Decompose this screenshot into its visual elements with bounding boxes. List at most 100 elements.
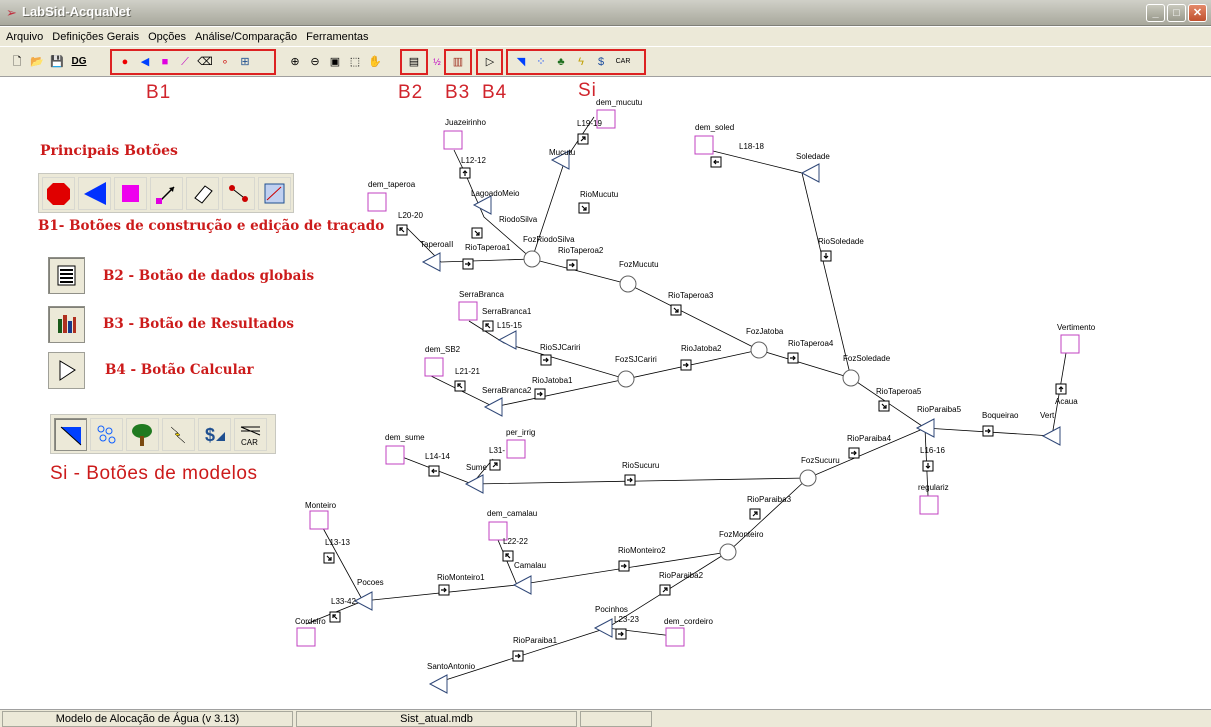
- node-label: RioSJCariri: [540, 343, 581, 352]
- reservoir-node[interactable]: [800, 163, 820, 183]
- node-label: RioMucutu: [580, 190, 618, 199]
- node-label: dem_mucutu: [596, 98, 642, 107]
- node-label: L22-22: [503, 537, 528, 546]
- node-label: RioMonteiro2: [618, 546, 666, 555]
- status-empty-panel: [580, 711, 652, 727]
- node-label: SerraBranca1: [482, 307, 532, 316]
- node-label: SerraBranca: [459, 290, 504, 299]
- node-label: FozJatoba: [746, 327, 784, 336]
- node-label: FozMucutu: [619, 260, 659, 269]
- node-label: Juazeirinho: [445, 118, 486, 127]
- node-label: RioTaperoa4: [788, 339, 834, 348]
- node-label: dem_camalau: [487, 509, 537, 518]
- node-label: dem_SB2: [425, 345, 461, 354]
- node-label: L31-: [489, 446, 505, 455]
- reservoir-node[interactable]: [421, 252, 441, 272]
- node-label: L21-21: [455, 367, 480, 376]
- node-label: dem_taperoa: [368, 180, 416, 189]
- node-label: Mucutu: [549, 148, 575, 157]
- node-label: Soledade: [796, 152, 830, 161]
- node-label: RioTaperoa3: [668, 291, 714, 300]
- status-bar: Modelo de Alocação de Água (v 3.13) Sist…: [0, 709, 1211, 727]
- node-label: RioSucuru: [622, 461, 659, 470]
- node-label: Pocoes: [357, 578, 384, 587]
- junction-node[interactable]: [799, 469, 817, 487]
- node-label: L16-16: [920, 446, 945, 455]
- reservoir-node[interactable]: [353, 591, 373, 611]
- node-label: L23-23: [614, 615, 639, 624]
- node-label: L14-14: [425, 452, 450, 461]
- node-label: L12-12: [461, 156, 486, 165]
- node-label: RioSoledade: [818, 237, 864, 246]
- node-label: Pocinhos: [595, 605, 628, 614]
- reservoir-node[interactable]: [497, 330, 517, 350]
- node-label: LagoadoMeio: [471, 189, 520, 198]
- node-label: dem_cordeiro: [664, 617, 713, 626]
- demand-node[interactable]: [385, 445, 405, 465]
- node-label: Acaua: [1055, 397, 1078, 406]
- reservoir-node[interactable]: [593, 618, 613, 638]
- node-label: Camalau: [514, 561, 546, 570]
- junction-node[interactable]: [750, 341, 768, 359]
- node-label: Cordeiro: [295, 617, 326, 626]
- node-label: RiodoSilva: [499, 215, 538, 224]
- reservoir-node[interactable]: [428, 674, 448, 694]
- node-label: L33-42: [331, 597, 356, 606]
- reservoir-node[interactable]: [464, 474, 484, 494]
- node-label: regulariz: [918, 483, 949, 492]
- node-label: RioTaperoa2: [558, 246, 604, 255]
- demand-node[interactable]: [296, 627, 316, 647]
- demand-node[interactable]: [367, 192, 387, 212]
- node-label: RioParaiba1: [513, 636, 558, 645]
- reservoir-node[interactable]: [1041, 426, 1061, 446]
- node-label: RioJatoba1: [532, 376, 573, 385]
- node-label: RioParaiba3: [747, 495, 792, 504]
- node-label: FozMonteiro: [719, 530, 764, 539]
- junction-node[interactable]: [523, 250, 541, 268]
- node-label: Sume: [466, 463, 487, 472]
- node-label: RioParaiba4: [847, 434, 892, 443]
- status-database-file: Sist_atual.mdb: [296, 711, 577, 727]
- node-label: Boqueirao: [982, 411, 1019, 420]
- node-label: FozSoledade: [843, 354, 891, 363]
- node-label: SerraBranca2: [482, 386, 532, 395]
- demand-node[interactable]: [309, 510, 329, 530]
- node-label: RioParaiba2: [659, 571, 704, 580]
- demand-node[interactable]: [694, 135, 714, 155]
- node-label: Vert: [1040, 411, 1055, 420]
- demand-node[interactable]: [919, 495, 939, 515]
- demand-node[interactable]: [665, 627, 685, 647]
- reservoir-node[interactable]: [483, 397, 503, 417]
- node-label: RioMonteiro1: [437, 573, 485, 582]
- node-label: Vertimento: [1057, 323, 1096, 332]
- node-label: FozSucuru: [801, 456, 840, 465]
- reservoir-node[interactable]: [472, 195, 492, 215]
- reservoir-node[interactable]: [512, 575, 532, 595]
- node-label: per_irrig: [506, 428, 535, 437]
- junction-node[interactable]: [617, 370, 635, 388]
- node-label: Monteiro: [305, 501, 337, 510]
- junction-node[interactable]: [619, 275, 637, 293]
- node-label: SantoAntonio: [427, 662, 476, 671]
- node-label: dem_soled: [695, 123, 734, 132]
- demand-node[interactable]: [506, 439, 526, 459]
- node-label: L19-19: [577, 119, 602, 128]
- junction-node[interactable]: [842, 369, 860, 387]
- node-label: L15-15: [497, 321, 522, 330]
- status-model-version: Modelo de Alocação de Água (v 3.13): [2, 711, 293, 727]
- node-label: FozRiodoSilva: [523, 235, 575, 244]
- node-label: FozSJCariri: [615, 355, 657, 364]
- network-diagram: dem_mucutu Juazeirinho dem_soled dem_tapero…: [295, 98, 1096, 694]
- node-label: RioTaperoa5: [876, 387, 922, 396]
- junction-node[interactable]: [719, 543, 737, 561]
- node-label: RioParaiba5: [917, 405, 962, 414]
- node-label: L20-20: [398, 211, 423, 220]
- demand-node[interactable]: [458, 301, 478, 321]
- node-label: L18-18: [739, 142, 764, 151]
- node-label: TaperoaII: [420, 240, 453, 249]
- demand-node[interactable]: [443, 130, 463, 150]
- node-label: dem_sume: [385, 433, 425, 442]
- demand-node[interactable]: [424, 357, 444, 377]
- demand-node[interactable]: [1060, 334, 1080, 354]
- node-label: RioJatoba2: [681, 344, 722, 353]
